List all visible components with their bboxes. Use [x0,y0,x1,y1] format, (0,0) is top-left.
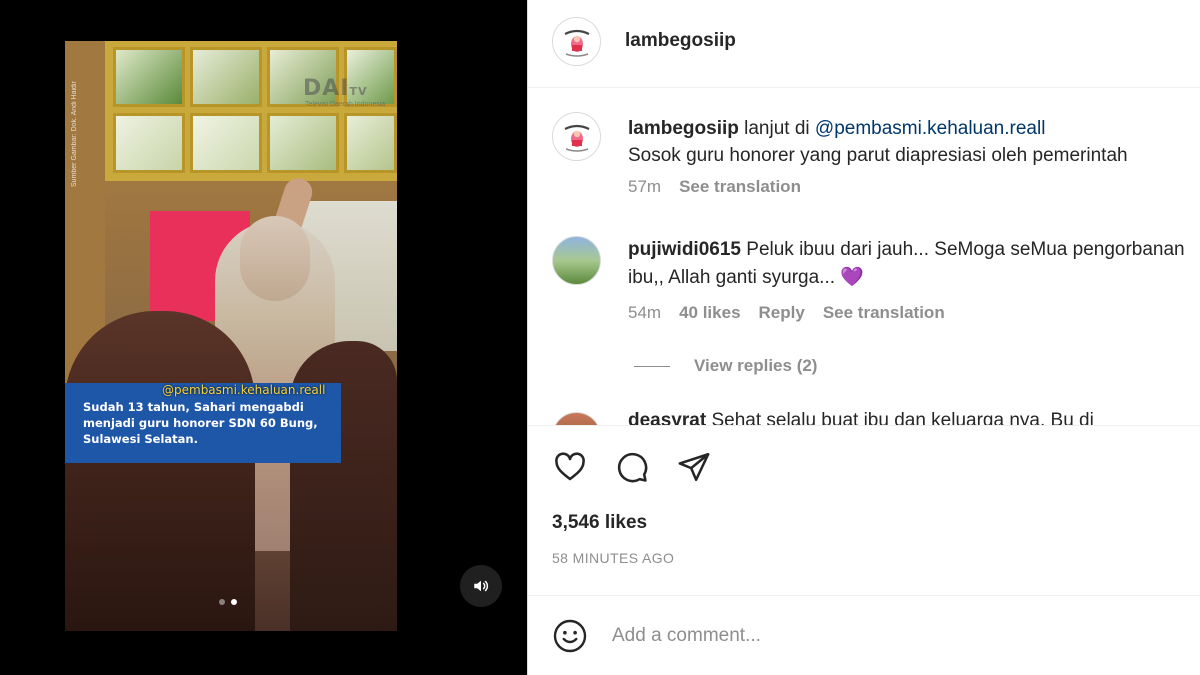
comment-bar [528,595,1200,675]
likes-count[interactable]: 3,546 likes [552,512,647,534]
student-figure [65,311,255,631]
post-header: lambegosiip [528,0,1200,88]
replies-divider [634,365,670,367]
caption-username[interactable]: lambegosiip [628,118,739,139]
emoji-button[interactable] [552,618,588,654]
reply-button[interactable]: Reply [759,303,805,323]
comment-body: Sehat selalu buat ibu dan keluarga nya. … [711,410,1094,426]
comment-username[interactable]: deasyrat [628,410,706,425]
caption-text: lambegosiip lanjut di @pembasmi.kehaluan… [628,115,1045,143]
smiley-icon [553,619,587,653]
caption-line-2: Sosok guru honorer yang parut diapresias… [628,145,1128,166]
see-translation-link[interactable]: See translation [823,303,945,323]
comment-text: deasyrat Sehat selalu buat ibu dan kelua… [628,410,1094,426]
caption-body: lanjut di [744,118,810,139]
author-username[interactable]: lambegosiip [625,30,736,52]
commenter-avatar[interactable] [552,236,601,285]
comment-text: pujiwidi0615 Peluk ibuu dari jauh... SeM… [628,236,1188,292]
video-caption-text: Sudah 13 tahun, Sahari mengabdi menjadi … [83,400,318,446]
media-panel: DAITV Televisi Daerah Indonesia Sumber G… [0,0,527,675]
video-handle-overlay: @pembasmi.kehaluan.reall [162,383,326,397]
comment-button[interactable] [614,449,650,485]
post-timestamp: 58 MINUTES AGO [552,550,675,566]
carousel-dot-active [231,599,237,605]
like-button[interactable] [552,449,588,485]
view-replies-label: View replies (2) [694,356,818,375]
lambe-logo-icon [557,22,596,61]
carousel-indicator [219,599,237,605]
caption-time: 57m [628,177,662,196]
video-watermark-sub: Televisi Daerah Indonesia [305,101,386,108]
commenter-avatar[interactable] [552,412,601,425]
caption-author-avatar[interactable] [552,112,601,161]
comment-likes[interactable]: 40 likes [679,303,740,323]
comment-username[interactable]: pujiwidi0615 [628,239,741,260]
heart-icon [555,452,585,481]
paper-plane-icon [678,452,710,482]
caption-mention-link[interactable]: @pembasmi.kehaluan.reall [815,118,1046,139]
comment-meta: 54m 40 likes Reply See translation [628,303,945,323]
lambe-logo-icon [557,117,596,156]
comment-bubble-icon [617,452,648,483]
action-bar [552,449,712,485]
comments-area[interactable]: lambegosiip lanjut di @pembasmi.kehaluan… [528,88,1200,426]
author-avatar[interactable] [552,17,601,66]
post-panel: lambegosiip lambegosiip lanjut di @pemba… [527,0,1200,675]
video-watermark: DAITV [303,76,368,101]
carousel-dot [219,599,225,605]
post-video[interactable]: DAITV Televisi Daerah Indonesia Sumber G… [65,41,397,631]
caption-meta: 57m See translation [628,177,801,197]
see-translation-link[interactable]: See translation [679,177,801,197]
speaker-icon [474,580,489,592]
source-credit: Sumber Gambar: Dok. Andi Haidir [71,81,78,187]
share-button[interactable] [676,449,712,485]
mute-button[interactable] [460,565,502,607]
comment-time: 54m [628,303,662,322]
comment-input[interactable] [612,618,1152,654]
view-replies-button[interactable]: View replies (2) [634,356,817,376]
